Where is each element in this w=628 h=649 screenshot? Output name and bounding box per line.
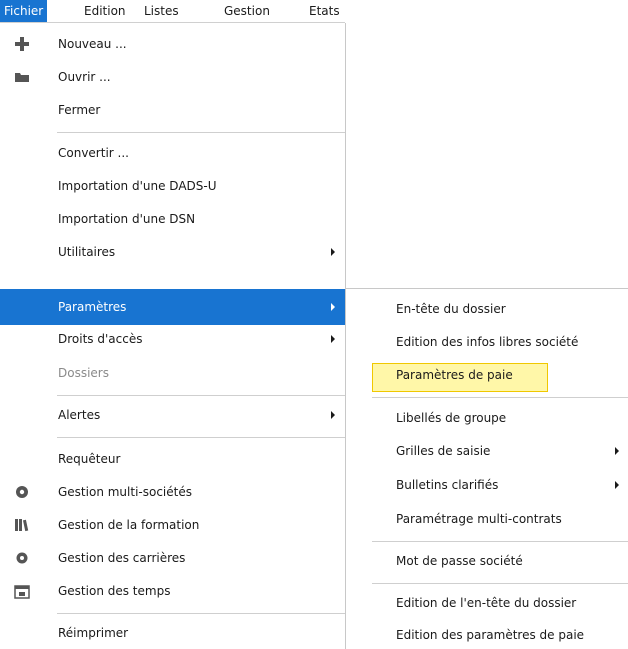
calendar-icon: [14, 585, 30, 599]
fichier-dropdown: Nouveau ... Ouvrir ... Fermer Convertir …: [0, 23, 346, 648]
submenu-item-infos-libres[interactable]: Edition des infos libres société: [346, 328, 628, 356]
menu-item-dossiers: Dossiers: [0, 359, 345, 387]
cog-icon: [16, 552, 28, 564]
menu-item-fermer[interactable]: Fermer: [0, 96, 345, 124]
submenu-item-edition-entete[interactable]: Edition de l'en-tête du dossier: [346, 589, 628, 617]
menu-item-label: Mot de passe société: [396, 554, 523, 568]
menu-item-label: Requêteur: [58, 452, 121, 466]
menu-item-import-dsn[interactable]: Importation d'une DSN: [0, 205, 345, 233]
menu-item-formation[interactable]: Gestion de la formation: [0, 511, 345, 539]
menu-bar: Fichier Edition Listes Gestion Etats: [0, 0, 345, 23]
parametres-submenu: En-tête du dossier Edition des infos lib…: [345, 288, 628, 649]
menu-item-label: Réimprimer: [58, 626, 129, 640]
submenu-item-multi-contrats[interactable]: Paramétrage multi-contrats: [346, 505, 628, 533]
menu-separator: [372, 583, 628, 584]
folder-icon: [15, 73, 29, 82]
menu-item-label: Edition de l'en-tête du dossier: [396, 596, 577, 610]
menu-item-label: Paramétrage multi-contrats: [396, 512, 562, 526]
menu-listes[interactable]: Listes: [140, 0, 183, 22]
menu-item-label: Droits d'accès: [58, 332, 143, 346]
menu-separator: [372, 397, 628, 398]
menu-item-utilitaires[interactable]: Utilitaires: [0, 238, 345, 266]
menu-item-label: Convertir ...: [58, 146, 129, 160]
menu-item-label: Edition des paramètres de paie: [396, 628, 585, 642]
menu-item-temps[interactable]: Gestion des temps: [0, 577, 345, 605]
books-icon: [15, 519, 29, 532]
menu-item-label: Grilles de saisie: [396, 444, 491, 458]
menu-item-parametres[interactable]: Paramètres: [0, 289, 345, 325]
menu-separator: [57, 437, 345, 438]
menu-item-alertes[interactable]: Alertes: [0, 401, 345, 429]
submenu-item-mot-de-passe[interactable]: Mot de passe société: [346, 547, 628, 575]
menu-item-label: Gestion multi-sociétés: [58, 485, 192, 499]
menu-item-droits[interactable]: Droits d'accès: [0, 325, 345, 353]
submenu-item-bulletins[interactable]: Bulletins clarifiés: [346, 471, 628, 499]
menu-item-label: Libellés de groupe: [396, 411, 507, 425]
submenu-item-edition-parametres[interactable]: Edition des paramètres de paie: [346, 621, 628, 649]
menu-item-label: Importation d'une DSN: [58, 212, 196, 226]
plus-icon: [15, 37, 29, 51]
menu-item-carrieres[interactable]: Gestion des carrières: [0, 544, 345, 572]
menu-item-label: Fermer: [58, 103, 101, 117]
submenu-item-grilles-saisie[interactable]: Grilles de saisie: [346, 437, 628, 465]
menu-item-label: Ouvrir ...: [58, 70, 111, 84]
menu-item-label: En-tête du dossier: [396, 302, 506, 316]
menu-item-nouveau[interactable]: Nouveau ...: [0, 30, 345, 58]
menu-item-label: Gestion de la formation: [58, 518, 200, 532]
gear-icon: [16, 486, 28, 498]
submenu-item-libelles-groupe[interactable]: Libellés de groupe: [346, 404, 628, 432]
menu-separator: [57, 395, 345, 396]
menu-item-label: Utilitaires: [58, 245, 116, 259]
menu-item-label: Edition des infos libres société: [396, 335, 579, 349]
submenu-arrow-icon: [331, 411, 335, 419]
submenu-arrow-icon: [331, 303, 335, 311]
menu-item-label: Paramètres de paie: [396, 368, 513, 382]
submenu-arrow-icon: [331, 248, 335, 256]
submenu-arrow-icon: [331, 335, 335, 343]
submenu-item-entete[interactable]: En-tête du dossier: [346, 295, 628, 323]
menu-item-label: Gestion des carrières: [58, 551, 186, 565]
menu-item-label: Importation d'une DADS-U: [58, 179, 217, 193]
menu-item-label: Dossiers: [58, 366, 109, 380]
menu-etats[interactable]: Etats: [305, 0, 344, 22]
menu-item-convertir[interactable]: Convertir ...: [0, 139, 345, 167]
submenu-arrow-icon: [615, 481, 619, 489]
menu-item-label: Bulletins clarifiés: [396, 478, 499, 492]
menu-item-label: Paramètres: [58, 300, 127, 314]
menu-item-reimprimer[interactable]: Réimprimer: [0, 619, 345, 647]
menu-separator: [372, 541, 628, 542]
submenu-arrow-icon: [615, 447, 619, 455]
menu-item-label: Gestion des temps: [58, 584, 171, 598]
menu-item-import-dads[interactable]: Importation d'une DADS-U: [0, 172, 345, 200]
menu-fichier[interactable]: Fichier: [0, 0, 48, 22]
menu-separator: [57, 132, 345, 133]
menu-separator: [57, 613, 345, 614]
menu-item-multi-societes[interactable]: Gestion multi-sociétés: [0, 478, 345, 506]
menu-gestion[interactable]: Gestion: [220, 0, 274, 22]
menu-item-ouvrir[interactable]: Ouvrir ...: [0, 63, 345, 91]
menu-item-label: Alertes: [58, 408, 101, 422]
menu-item-label: Nouveau ...: [58, 37, 127, 51]
submenu-item-parametres-paie[interactable]: Paramètres de paie: [346, 361, 628, 392]
menu-edition[interactable]: Edition: [80, 0, 130, 22]
menu-item-requeteur[interactable]: Requêteur: [0, 445, 345, 473]
